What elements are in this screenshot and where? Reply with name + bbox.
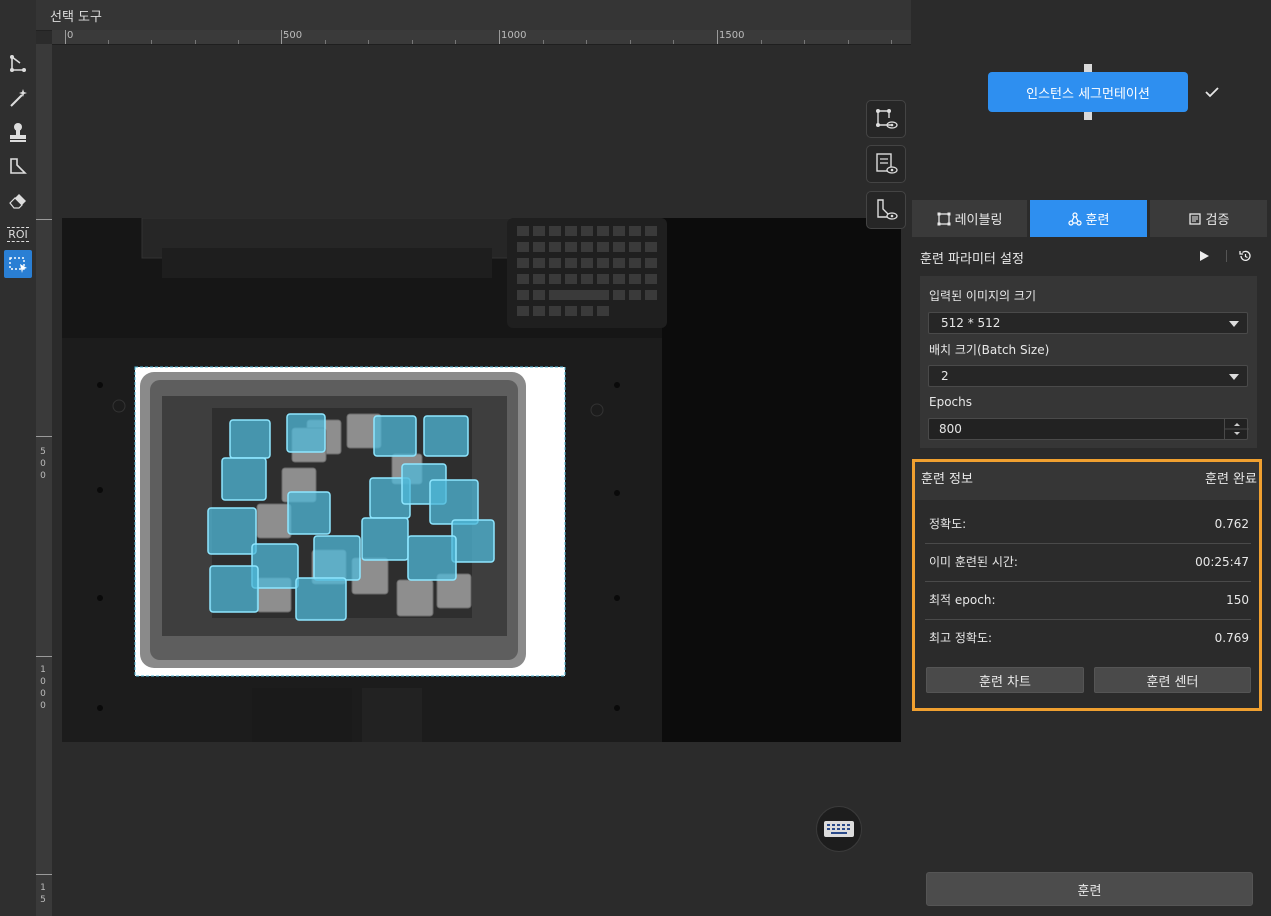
- stamp-tool-button[interactable]: [4, 118, 32, 146]
- epochs-input[interactable]: 800: [928, 418, 1248, 440]
- ruler-label: 1 0 0 0: [40, 665, 46, 711]
- ruler-label: 500: [283, 30, 303, 41]
- keyboard-shortcuts-button[interactable]: [816, 806, 862, 852]
- right-panel: [911, 0, 1271, 916]
- polygon-tool-button[interactable]: [4, 50, 32, 78]
- polygon-icon: [10, 55, 26, 72]
- chevron-down-icon: [1229, 374, 1239, 380]
- model-node-button[interactable]: 인스턴스 세그먼테이션: [988, 72, 1188, 112]
- tool-title: 선택 도구: [50, 10, 102, 25]
- ruler-label: 1500: [719, 30, 745, 41]
- image-size-value: 512 * 512: [941, 316, 1001, 330]
- tool-sidebar: ROI: [0, 0, 36, 916]
- ruler-label: 1 5: [40, 883, 46, 905]
- select-tool-button[interactable]: [4, 250, 32, 278]
- magic-wand-icon: [10, 89, 27, 107]
- batch-size-select[interactable]: 2: [928, 365, 1248, 387]
- tab-labeling[interactable]: 레이블링: [912, 200, 1027, 237]
- train-button-label: 훈련: [1077, 883, 1102, 899]
- params-title: 훈련 파라미터 설정: [920, 252, 1024, 267]
- polygon-eye-icon: [876, 109, 898, 129]
- ruler-label: 1000: [501, 30, 527, 41]
- tab-labeling-label: 레이블링: [954, 213, 1003, 228]
- labeled-image[interactable]: [62, 218, 901, 742]
- image-size-label: 입력된 이미지의 크기: [929, 289, 1036, 303]
- eraser-tool-button[interactable]: [4, 186, 32, 214]
- history-icon[interactable]: [1238, 249, 1252, 263]
- training-info-highlight: [912, 459, 1262, 711]
- stamp-icon: [10, 123, 26, 142]
- node-input-port: [1084, 64, 1092, 72]
- divider: [1226, 250, 1227, 262]
- mask-icon: [10, 158, 27, 174]
- scene-image: [62, 218, 901, 742]
- tab-validation-label: 검증: [1205, 213, 1230, 228]
- play-icon[interactable]: [1197, 249, 1211, 263]
- show-labels-button[interactable]: [866, 145, 906, 183]
- roi-tool-button[interactable]: ROI: [4, 220, 32, 248]
- ruler-top: 0 500 1000 1500: [52, 30, 911, 45]
- tab-training[interactable]: 훈련: [1030, 200, 1147, 237]
- mask-tool-button[interactable]: [4, 152, 32, 180]
- roi-icon: ROI: [7, 226, 29, 242]
- keyboard-icon: [824, 821, 854, 837]
- stepper-arrows-icon: [1225, 423, 1249, 435]
- model-node-label: 인스턴스 세그먼테이션: [1026, 86, 1150, 102]
- validate-icon: [1188, 212, 1201, 225]
- node-output-port: [1084, 112, 1092, 120]
- tab-validation[interactable]: 검증: [1150, 200, 1267, 237]
- ruler-label: 5 0 0: [40, 447, 46, 481]
- train-icon: [1067, 211, 1082, 226]
- check-icon: [1205, 87, 1219, 98]
- show-masks-button[interactable]: [866, 191, 906, 229]
- tab-training-label: 훈련: [1085, 213, 1110, 228]
- image-size-select[interactable]: 512 * 512: [928, 312, 1248, 334]
- mask-eye-icon: [877, 199, 898, 220]
- epochs-label: Epochs: [929, 395, 972, 409]
- batch-size-value: 2: [941, 369, 949, 383]
- batch-size-label: 배치 크기(Batch Size): [929, 343, 1050, 357]
- eraser-icon: [9, 194, 26, 209]
- epochs-value: 800: [939, 422, 962, 436]
- label-icon: [937, 212, 951, 225]
- chevron-down-icon: [1229, 321, 1239, 327]
- magic-wand-tool-button[interactable]: [4, 84, 32, 112]
- train-button[interactable]: 훈련: [926, 872, 1253, 906]
- canvas-header: [36, 0, 911, 31]
- ruler-label: 0: [67, 30, 74, 41]
- epochs-stepper[interactable]: [1224, 418, 1249, 440]
- select-icon: [9, 257, 27, 273]
- ruler-left: 5 0 0 1 0 0 0 1 5: [36, 44, 53, 916]
- list-eye-icon: [876, 153, 898, 174]
- show-polygons-button[interactable]: [866, 100, 906, 138]
